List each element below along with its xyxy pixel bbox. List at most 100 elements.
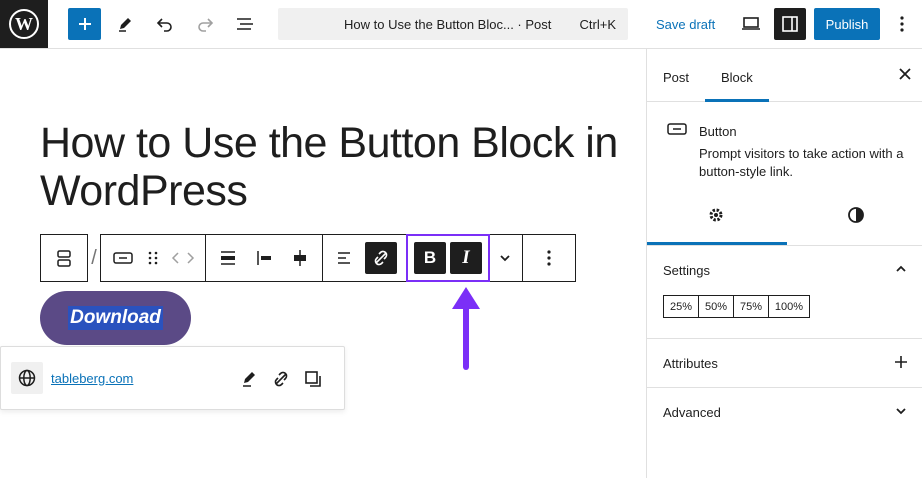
settings-title: Settings (663, 263, 710, 278)
width-settings: 25% 50% 75% 100% (647, 295, 922, 339)
advanced-title: Advanced (663, 405, 721, 420)
contrast-icon (848, 207, 864, 223)
align-center-button[interactable] (282, 234, 318, 282)
button-block-icon (667, 122, 687, 141)
sidebar-tabs: Post Block (647, 49, 922, 102)
bold-button[interactable]: B (414, 242, 446, 274)
bold-italic-highlight: B I (406, 234, 490, 282)
width-100-button[interactable]: 100% (768, 295, 810, 318)
unlink-icon (374, 250, 388, 266)
settings-sidebar: Post Block Button Prompt visitors to tak… (646, 49, 922, 478)
styles-tab[interactable] (847, 206, 865, 229)
width-75-button[interactable]: 75% (733, 295, 769, 318)
undo-button[interactable] (152, 8, 178, 40)
close-sidebar-button[interactable] (898, 67, 912, 86)
svg-text:W: W (15, 14, 33, 34)
sidebar-icon (782, 16, 798, 32)
align-left-button[interactable] (246, 234, 282, 282)
text-align-icon (338, 252, 350, 264)
drag-handle[interactable] (141, 234, 165, 282)
justify-icon (221, 251, 235, 265)
chevron-down-icon (894, 404, 908, 421)
justify-button[interactable] (210, 234, 246, 282)
redo-icon (198, 18, 214, 32)
add-block-button[interactable] (68, 8, 101, 40)
unlink-icon (274, 371, 288, 387)
block-sub-tabs (647, 190, 922, 246)
more-options-icon (547, 250, 551, 266)
block-options-button[interactable] (531, 234, 567, 282)
block-name: Button (699, 124, 737, 139)
options-group (522, 234, 576, 282)
document-title: How to Use the Button Bloc... · Post (344, 17, 552, 32)
active-subtab-indicator (647, 242, 787, 245)
publish-button[interactable]: Publish (814, 8, 880, 40)
alignment-group (205, 234, 323, 282)
format-group (322, 234, 407, 282)
unlink-button[interactable] (363, 234, 399, 282)
align-left-icon (257, 251, 271, 265)
copy-link-button[interactable] (301, 367, 325, 391)
editor-topbar: W How to Use the Button Bloc... · Post C… (0, 0, 922, 49)
attributes-title: Attributes (663, 356, 718, 371)
block-description: Prompt visitors to take action with a bu… (699, 146, 904, 179)
download-button-block[interactable]: Download (40, 291, 191, 345)
text-align-button[interactable] (327, 234, 363, 282)
tools-button[interactable] (112, 8, 138, 40)
button-block-icon (113, 252, 133, 264)
tab-post[interactable]: Post (663, 70, 689, 85)
block-type-button[interactable] (105, 234, 141, 282)
settings-panel-header[interactable]: Settings (647, 246, 922, 295)
close-icon (899, 68, 911, 80)
more-tools-group (488, 234, 523, 282)
gear-icon (709, 208, 723, 222)
attributes-panel-header[interactable]: Attributes (647, 339, 922, 388)
link-url[interactable]: tableberg.com (51, 371, 133, 386)
pen-icon (119, 18, 131, 32)
select-parent-button[interactable] (40, 234, 88, 282)
preview-button[interactable] (738, 8, 764, 40)
edit-link-button[interactable] (237, 367, 261, 391)
options-button[interactable] (892, 8, 912, 40)
annotation-arrow (452, 287, 480, 370)
width-button-group: 25% 50% 75% 100% (663, 295, 810, 318)
redo-button[interactable] (192, 8, 218, 40)
move-arrows-icon (171, 252, 195, 264)
breadcrumb-separator: / (91, 246, 97, 269)
tab-block[interactable]: Block (721, 70, 753, 85)
list-view-icon (237, 18, 253, 30)
link-popover: tableberg.com (0, 346, 345, 410)
plus-icon (894, 355, 908, 372)
chevron-down-icon (500, 255, 510, 262)
command-palette-bar[interactable]: How to Use the Button Bloc... · Post Ctr… (278, 8, 628, 40)
plus-icon (78, 18, 91, 30)
save-draft-button[interactable]: Save draft (656, 17, 715, 32)
more-vertical-icon (900, 16, 904, 32)
globe-icon (11, 362, 43, 394)
shortcut-hint: Ctrl+K (579, 17, 616, 32)
width-50-button[interactable]: 50% (698, 295, 734, 318)
wordpress-logo-icon[interactable]: W (0, 0, 48, 48)
settings-sidebar-toggle[interactable] (774, 8, 806, 40)
settings-tab[interactable] (707, 206, 725, 229)
copy-icon (305, 371, 321, 387)
width-25-button[interactable]: 25% (663, 295, 699, 318)
drag-handle-icon (148, 251, 158, 265)
chevron-up-icon (894, 262, 908, 279)
move-block-buttons[interactable] (165, 234, 201, 282)
undo-icon (156, 18, 172, 32)
italic-button[interactable]: I (450, 242, 482, 274)
block-card: Button Prompt visitors to take action wi… (647, 102, 922, 190)
block-tools-group (100, 234, 206, 282)
post-title[interactable]: How to Use the Button Block in WordPress (40, 119, 620, 215)
align-center-icon (294, 250, 306, 266)
desktop-preview-icon (742, 17, 760, 30)
list-view-button[interactable] (232, 8, 258, 40)
buttons-parent-icon (57, 250, 71, 267)
more-rich-text-button[interactable] (492, 234, 518, 282)
button-text[interactable]: Download (68, 306, 163, 330)
remove-link-button[interactable] (269, 367, 293, 391)
editor-canvas: How to Use the Button Block in WordPress… (0, 49, 646, 478)
advanced-panel-header[interactable]: Advanced (647, 388, 922, 437)
pen-icon (243, 372, 255, 387)
